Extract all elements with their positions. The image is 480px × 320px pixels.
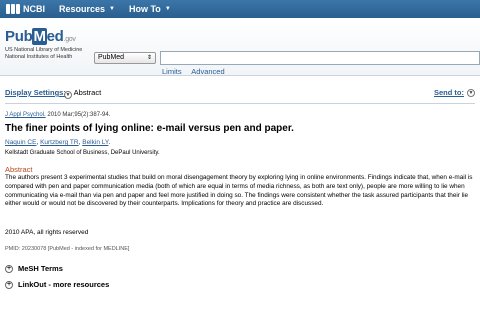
pubmed-header: PubMed.gov US National Library of Medici… xyxy=(0,18,480,76)
logo-m: M xyxy=(32,28,47,45)
linkout-toggle[interactable]: + LinkOut - more resources xyxy=(5,280,109,289)
send-to-link[interactable]: Send to: xyxy=(434,88,464,97)
display-format[interactable]: ▼ Abstract xyxy=(62,88,101,99)
how-to-label: How To xyxy=(128,4,161,14)
pubmed-logo[interactable]: PubMed.gov xyxy=(5,28,76,45)
search-links: Limits Advanced xyxy=(162,67,233,76)
author-link[interactable]: Kurtzberg TR xyxy=(40,139,79,146)
search-input[interactable] xyxy=(160,51,480,65)
display-settings-link[interactable]: Display Settings: xyxy=(5,88,66,97)
display-format-label: Abstract xyxy=(73,88,102,97)
author-list: Naquin CE, Kurtzberg TR, Belkin LY. xyxy=(5,139,111,146)
pmid: PMID: 20230078 [PubMed - indexed for MED… xyxy=(5,246,130,252)
journal-link[interactable]: J Appl Psychol. xyxy=(5,112,46,118)
expand-plus-icon: + xyxy=(5,280,13,289)
chevron-down-icon: ▼ xyxy=(164,6,171,12)
chevron-down-icon[interactable]: ▼ xyxy=(467,89,475,97)
database-select[interactable]: PubMed ⇕ xyxy=(94,52,156,64)
resources-menu[interactable]: Resources ▼ xyxy=(59,4,115,14)
resources-label: Resources xyxy=(59,4,106,14)
logo-ed: ed xyxy=(46,28,64,45)
advanced-link[interactable]: Advanced xyxy=(191,67,224,76)
mesh-terms-toggle[interactable]: + MeSH Terms xyxy=(5,264,63,273)
copyright: 2010 APA, all rights reserved xyxy=(5,229,89,236)
select-arrows-icon: ⇕ xyxy=(146,55,152,61)
ncbi-logo[interactable]: NCBI xyxy=(6,4,45,14)
database-value: PubMed xyxy=(98,54,125,61)
display-settings-row: Display Settings: ▼ Abstract Send to: ▼ xyxy=(0,88,480,100)
abstract-heading: Abstract xyxy=(5,165,33,174)
author-link[interactable]: Naquin CE xyxy=(5,139,36,146)
ncbi-top-bar: NCBI Resources ▼ How To ▼ xyxy=(0,0,480,18)
mesh-terms-label: MeSH Terms xyxy=(18,264,63,273)
chevron-down-icon: ▼ xyxy=(64,91,72,99)
how-to-menu[interactable]: How To ▼ xyxy=(129,4,171,14)
logo-pub: Pub xyxy=(5,28,33,45)
author-link[interactable]: Belkin LY xyxy=(82,139,108,146)
limits-link[interactable]: Limits xyxy=(162,67,182,76)
ncbi-logo-text: NCBI xyxy=(23,4,45,14)
expand-plus-icon: + xyxy=(5,264,13,273)
send-to-label: Send to: xyxy=(434,88,464,97)
abstract-text: The authors present 3 experimental studi… xyxy=(5,174,473,208)
library-text: US National Library of Medicine National… xyxy=(5,47,82,60)
linkout-label: LinkOut - more resources xyxy=(18,280,110,289)
divider xyxy=(5,103,475,104)
citation: J Appl Psychol. 2010 Mar;95(2):387-94. xyxy=(5,112,110,118)
library-line-2: National Institutes of Health xyxy=(5,53,73,60)
affiliation: Kellstadt Graduate School of Business, D… xyxy=(5,150,160,156)
chevron-down-icon: ▼ xyxy=(109,6,115,12)
citation-details: 2010 Mar;95(2):387-94. xyxy=(45,112,111,118)
ncbi-logo-icon xyxy=(6,4,20,14)
library-line-1: US National Library of Medicine xyxy=(5,47,83,53)
display-settings-label: Display Settings: xyxy=(5,88,66,97)
article-title: The finer points of lying online: e-mail… xyxy=(5,123,294,134)
logo-gov: .gov xyxy=(63,36,76,43)
